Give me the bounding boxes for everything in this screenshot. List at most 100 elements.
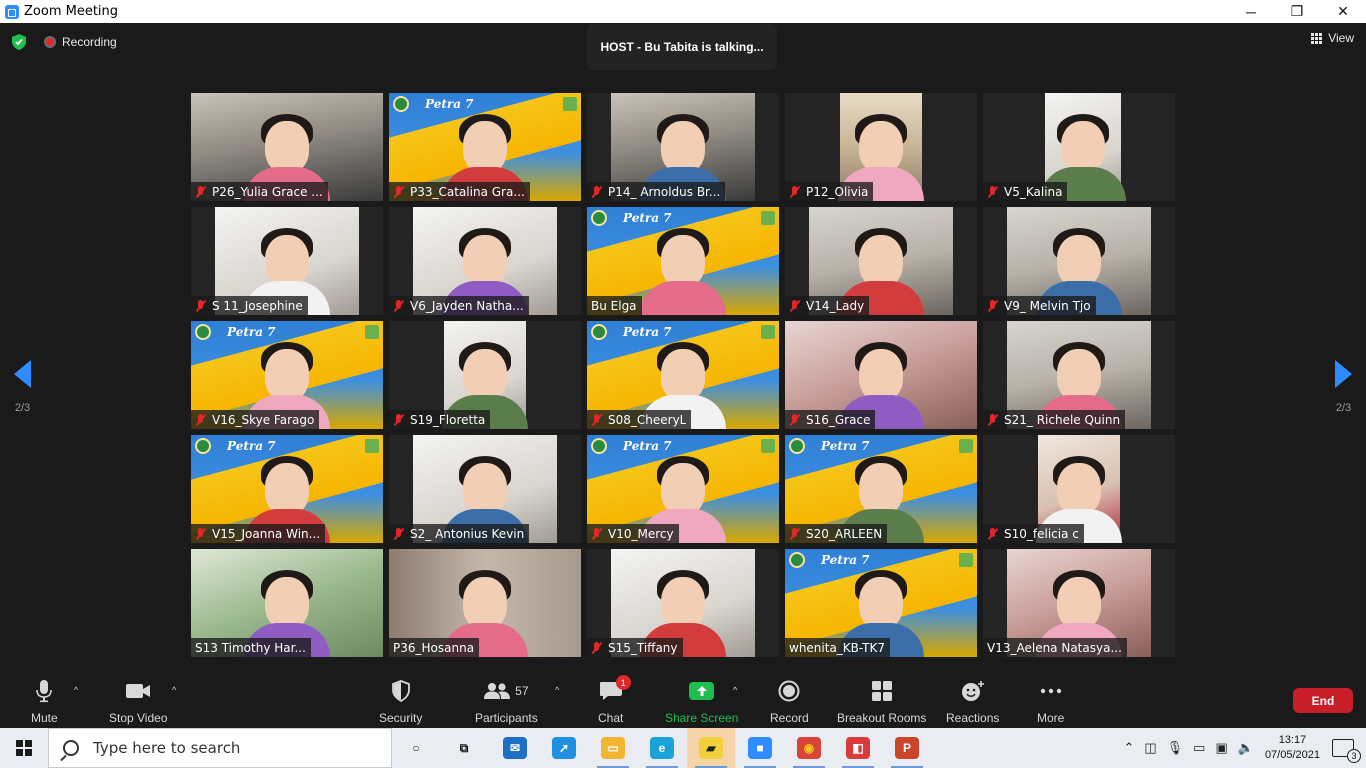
taskbar-app-cortana[interactable]: ○ — [392, 728, 440, 768]
video-options-caret-icon[interactable]: ^ — [172, 685, 176, 695]
taskbar-app-task-view[interactable]: ⧉ — [440, 728, 488, 768]
participant-tile[interactable]: S13 Timothy Har... — [191, 549, 383, 657]
search-icon — [63, 740, 79, 756]
breakout-rooms-button[interactable]: Breakout Rooms — [837, 678, 926, 725]
action-center-icon[interactable]: 3 — [1332, 739, 1361, 763]
recording-indicator[interactable]: Recording — [44, 35, 117, 49]
microphone-in-use-icon[interactable]: 🎙 — [1167, 740, 1184, 756]
muted-microphone-icon — [195, 413, 207, 426]
taskbar-search-box[interactable]: Type here to search — [48, 728, 392, 768]
participant-face — [859, 121, 903, 174]
share-screen-button[interactable]: Share Screen — [665, 678, 738, 725]
mail-icon: ✉ — [503, 737, 527, 759]
taskbar-app-mail[interactable]: ✉ — [491, 728, 539, 768]
next-page-nav[interactable]: 2/3 — [1335, 360, 1352, 414]
participant-tile[interactable]: S2_ Antonius Kevin — [389, 435, 581, 543]
encryption-shield-icon[interactable] — [10, 33, 28, 51]
participant-tile[interactable]: Petra 7 V15_Joanna Win... — [191, 435, 383, 543]
chat-button[interactable]: 1 Chat — [598, 675, 631, 725]
stop-video-label: Stop Video — [109, 711, 168, 725]
participant-tile[interactable]: S15_Tiffany — [587, 549, 779, 657]
meet-now-icon[interactable]: ◫ — [1144, 740, 1156, 756]
security-button[interactable]: Security — [379, 678, 422, 725]
participant-tile[interactable]: V14_Lady — [785, 207, 977, 315]
participant-face — [859, 235, 903, 288]
taskbar-app-photos[interactable]: ◧ — [834, 728, 882, 768]
muted-microphone-icon — [393, 527, 405, 540]
recording-label: Recording — [62, 35, 117, 49]
taskbar-app-chrome[interactable]: ◉ — [785, 728, 833, 768]
participant-tile[interactable]: V6_Jayden Natha... — [389, 207, 581, 315]
arrow-left-icon[interactable] — [14, 360, 31, 388]
volume-icon[interactable]: 🔈 — [1238, 740, 1254, 756]
taskbar-app-zoom[interactable]: ■ — [736, 728, 784, 768]
taskbar-app-file-explorer[interactable]: ▭ — [589, 728, 637, 768]
participant-tile[interactable]: P36_Hosanna — [389, 549, 581, 657]
stop-video-button[interactable]: Stop Video — [109, 678, 168, 725]
participants-options-caret-icon[interactable]: ^ — [555, 685, 559, 695]
participant-tile[interactable]: V5_Kalina — [983, 93, 1175, 201]
background-logo-icon — [761, 211, 775, 225]
maximize-button[interactable]: ❐ — [1274, 0, 1320, 23]
participant-tile[interactable]: S21_ Richele Quinn — [983, 321, 1175, 429]
participant-tile[interactable]: V13_Aelena Natasya... — [983, 549, 1175, 657]
participant-tile[interactable]: V9_ Melvin Tjo — [983, 207, 1175, 315]
participant-name-bar: S10_felicia c — [983, 524, 1084, 543]
participant-tile[interactable]: S 11_Josephine — [191, 207, 383, 315]
taskbar-app-edge-legacy[interactable]: ➚ — [540, 728, 588, 768]
participant-name-bar: S20_ARLEEN — [785, 524, 888, 543]
minimize-button[interactable]: ─ — [1228, 0, 1274, 23]
participant-tile[interactable]: S16_Grace — [785, 321, 977, 429]
photos-icon: ◧ — [846, 737, 870, 759]
background-logo-icon — [761, 325, 775, 339]
more-button[interactable]: More — [1037, 678, 1064, 725]
participant-tile[interactable]: S19_Floretta — [389, 321, 581, 429]
participant-tile[interactable]: Petra 7 S08_CheeryL — [587, 321, 779, 429]
system-clock[interactable]: 13:17 07/05/2021 — [1265, 733, 1320, 763]
meeting-area: Recording HOST - Bu Tabita is talking...… — [0, 23, 1366, 673]
participant-tile[interactable]: S10_felicia c — [983, 435, 1175, 543]
view-button[interactable]: View — [1311, 31, 1354, 45]
participant-name: S2_ Antonius Kevin — [410, 526, 525, 541]
participant-tile[interactable]: Petra 7 Bu Elga — [587, 207, 779, 315]
participant-tile[interactable]: P12_Olivia — [785, 93, 977, 201]
taskbar-app-edge[interactable]: e — [638, 728, 686, 768]
participant-name: P12_Olivia — [806, 184, 869, 199]
previous-page-nav[interactable]: 2/3 — [14, 360, 31, 414]
powerpoint-icon: P — [895, 737, 919, 759]
background-logo-icon — [563, 97, 577, 111]
participant-face — [265, 349, 309, 402]
participant-name-bar: S19_Floretta — [389, 410, 491, 429]
participant-tile[interactable]: P14_ Arnoldus Br... — [587, 93, 779, 201]
arrow-right-icon[interactable] — [1335, 360, 1352, 388]
show-hidden-icons-chevron-icon[interactable]: ⌃ — [1123, 740, 1134, 756]
reactions-button[interactable]: Reactions — [946, 678, 999, 725]
taskbar-app-powerpoint[interactable]: P — [883, 728, 931, 768]
participant-tile[interactable]: Petra 7 S20_ARLEEN — [785, 435, 977, 543]
muted-microphone-icon — [789, 413, 801, 426]
participant-tile[interactable]: P26_Yulia Grace ... — [191, 93, 383, 201]
network-icon[interactable]: ▣ — [1215, 740, 1227, 756]
participant-tile[interactable]: Petra 7 whenita_KB-TK7 — [785, 549, 977, 657]
school-logo-icon — [789, 552, 805, 568]
close-button[interactable]: ✕ — [1320, 0, 1366, 23]
record-button[interactable]: Record — [770, 678, 809, 725]
battery-icon[interactable]: ▭ — [1193, 740, 1205, 756]
participants-button[interactable]: 57 Participants — [475, 678, 538, 725]
participant-tile[interactable]: Petra 7 V16_Skye Farago — [191, 321, 383, 429]
share-options-caret-icon[interactable]: ^ — [733, 685, 737, 695]
record-label: Record — [770, 711, 809, 725]
start-button[interactable] — [0, 728, 48, 768]
participant-tile[interactable]: Petra 7 V10_Mercy — [587, 435, 779, 543]
window-title-bar: Zoom Meeting ─ ❐ ✕ — [0, 0, 1366, 23]
mute-button[interactable]: Mute — [31, 678, 58, 725]
participant-tile[interactable]: Petra 7 P33_Catalina Gra... — [389, 93, 581, 201]
taskbar-app-sticky-notes[interactable]: ▰ — [687, 728, 735, 768]
end-meeting-button[interactable]: End — [1293, 688, 1353, 713]
participant-name: S21_ Richele Quinn — [1004, 412, 1121, 427]
participant-name-bar: P36_Hosanna — [389, 638, 480, 657]
participant-face — [265, 235, 309, 288]
virtual-background-text: Petra 7 — [821, 553, 870, 567]
more-dots-icon — [1040, 678, 1062, 704]
audio-options-caret-icon[interactable]: ^ — [74, 685, 78, 695]
